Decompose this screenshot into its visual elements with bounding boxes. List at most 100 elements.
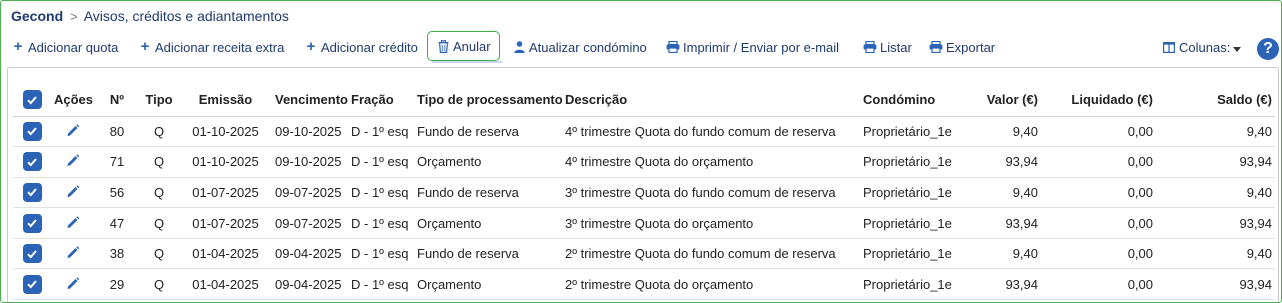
cell-condo: Proprietário_1e — [860, 207, 959, 239]
cell-condo: Proprietário_1e — [860, 238, 959, 270]
plus-icon: + — [140, 38, 150, 55]
list-label: Listar — [880, 39, 912, 55]
breadcrumb-root-link[interactable]: Gecond — [11, 8, 63, 24]
checkbox-checked-icon — [22, 213, 42, 233]
header-type[interactable]: Tipo — [139, 84, 179, 117]
table-row: 56 Q 01-07-2025 09-07-2025 D - 1º esq Fu… — [13, 177, 1275, 209]
cell-type: Q — [139, 177, 179, 209]
cell-issue-date: 01-07-2025 — [179, 177, 272, 209]
export-button[interactable]: Exportar — [929, 33, 995, 61]
toolbar: + Adicionar quota + Adicionar receita ex… — [1, 31, 1281, 61]
plus-icon: + — [306, 38, 316, 55]
header-due-date[interactable]: Vencimento — [272, 84, 348, 117]
help-icon[interactable]: ? — [1257, 38, 1279, 60]
table-row: 71 Q 01-10-2025 09-10-2025 D - 1º esq Or… — [13, 146, 1275, 178]
cell-due-date: 09-04-2025 — [272, 268, 348, 301]
add-credit-button[interactable]: + Adicionar crédito — [304, 33, 418, 61]
plus-icon: + — [13, 38, 23, 55]
table-row: 38 Q 01-04-2025 09-04-2025 D - 1º esq Fu… — [13, 238, 1275, 270]
edit-button[interactable] — [51, 116, 95, 148]
cell-value: 9,40 — [959, 116, 1041, 148]
checkbox-checked-icon — [22, 152, 42, 172]
cell-value: 9,40 — [959, 238, 1041, 270]
cell-value: 93,94 — [959, 268, 1041, 301]
export-label: Exportar — [946, 39, 996, 55]
add-quota-button[interactable]: + Adicionar quota — [11, 33, 119, 61]
cell-processing-type: Orçamento — [414, 268, 562, 301]
cell-processing-type: Fundo de reserva — [414, 238, 562, 270]
row-checkbox[interactable] — [13, 146, 51, 178]
cell-due-date: 09-10-2025 — [272, 146, 348, 178]
cell-type: Q — [139, 207, 179, 239]
columns-label: Colunas: — [1179, 39, 1231, 55]
row-checkbox[interactable] — [13, 268, 51, 301]
checkbox-checked-icon — [22, 121, 42, 141]
columns-icon — [1162, 40, 1176, 54]
header-paid[interactable]: Liquidado (€) — [1041, 84, 1156, 117]
cancel-button[interactable]: Anular — [427, 31, 500, 61]
row-checkbox[interactable] — [13, 238, 51, 270]
edit-button[interactable] — [51, 146, 95, 178]
print-email-button[interactable]: Imprimir / Enviar por e-mail — [666, 33, 839, 61]
cell-description: 4º trimestre Quota do orçamento — [562, 146, 860, 178]
cell-value: 93,94 — [959, 207, 1041, 239]
notices-table: Ações Nº Tipo Emissão Vencimento Fração … — [13, 84, 1275, 301]
cell-condo: Proprietário_1e — [860, 177, 959, 209]
header-processing-type[interactable]: Tipo de processamento — [414, 84, 563, 117]
edit-button[interactable] — [51, 177, 95, 209]
pencil-icon — [66, 215, 80, 232]
cell-paid: 0,00 — [1041, 238, 1156, 270]
user-icon — [512, 40, 526, 54]
header-fraction[interactable]: Fração — [348, 84, 414, 117]
cell-number: 47 — [95, 207, 139, 239]
cell-issue-date: 01-04-2025 — [179, 238, 272, 270]
cell-due-date: 09-04-2025 — [272, 238, 348, 270]
print-email-label: Imprimir / Enviar por e-mail — [683, 39, 840, 55]
list-button[interactable]: Listar — [863, 33, 912, 61]
cell-condo: Proprietário_1e — [860, 146, 959, 178]
edit-button[interactable] — [51, 238, 95, 270]
cell-fraction: D - 1º esq — [348, 238, 414, 270]
table-row: 80 Q 01-10-2025 09-10-2025 D - 1º esq Fu… — [13, 116, 1275, 148]
columns-dropdown[interactable]: Colunas: — [1162, 33, 1242, 61]
header-actions: Ações — [51, 84, 95, 117]
cell-description: 2º trimestre Quota do fundo comum de res… — [562, 238, 860, 270]
cell-description: 2º trimestre Quota do orçamento — [562, 268, 860, 301]
edit-button[interactable] — [51, 207, 95, 239]
cell-description: 3º trimestre Quota do orçamento — [562, 207, 860, 239]
header-issue-date[interactable]: Emissão — [179, 84, 272, 117]
cell-processing-type: Orçamento — [414, 207, 562, 239]
printer-icon — [929, 40, 943, 54]
cell-balance: 93,94 — [1156, 268, 1275, 301]
cell-balance: 93,94 — [1156, 146, 1275, 178]
active-tab-underline — [432, 61, 502, 63]
trash-icon — [436, 39, 450, 53]
add-quota-label: Adicionar quota — [28, 39, 119, 55]
cell-issue-date: 01-04-2025 — [179, 268, 272, 301]
row-checkbox[interactable] — [13, 177, 51, 209]
cell-number: 38 — [95, 238, 139, 270]
table-container: Ações Nº Tipo Emissão Vencimento Fração … — [7, 67, 1279, 302]
cell-fraction: D - 1º esq — [348, 177, 414, 209]
pencil-icon — [66, 123, 80, 140]
select-all-checkbox[interactable] — [13, 84, 51, 117]
header-value[interactable]: Valor (€) — [959, 84, 1041, 117]
cell-paid: 0,00 — [1041, 268, 1156, 301]
add-extra-revenue-button[interactable]: + Adicionar receita extra — [138, 33, 285, 61]
header-balance[interactable]: Saldo (€) — [1156, 84, 1275, 117]
cell-balance: 9,40 — [1156, 238, 1275, 270]
cell-paid: 0,00 — [1041, 207, 1156, 239]
header-number[interactable]: Nº — [95, 84, 139, 117]
row-checkbox[interactable] — [13, 116, 51, 148]
edit-button[interactable] — [51, 268, 95, 301]
cell-number: 71 — [95, 146, 139, 178]
header-description[interactable]: Descrição — [562, 84, 860, 117]
cell-type: Q — [139, 116, 179, 148]
header-condo[interactable]: Condómino — [860, 84, 959, 117]
update-condo-label: Atualizar condómino — [529, 39, 647, 55]
cell-fraction: D - 1º esq — [348, 268, 414, 301]
add-credit-label: Adicionar crédito — [321, 39, 418, 55]
update-condo-button[interactable]: Atualizar condómino — [512, 33, 647, 61]
row-checkbox[interactable] — [13, 207, 51, 239]
table-row: 29 Q 01-04-2025 09-04-2025 D - 1º esq Or… — [13, 268, 1275, 301]
